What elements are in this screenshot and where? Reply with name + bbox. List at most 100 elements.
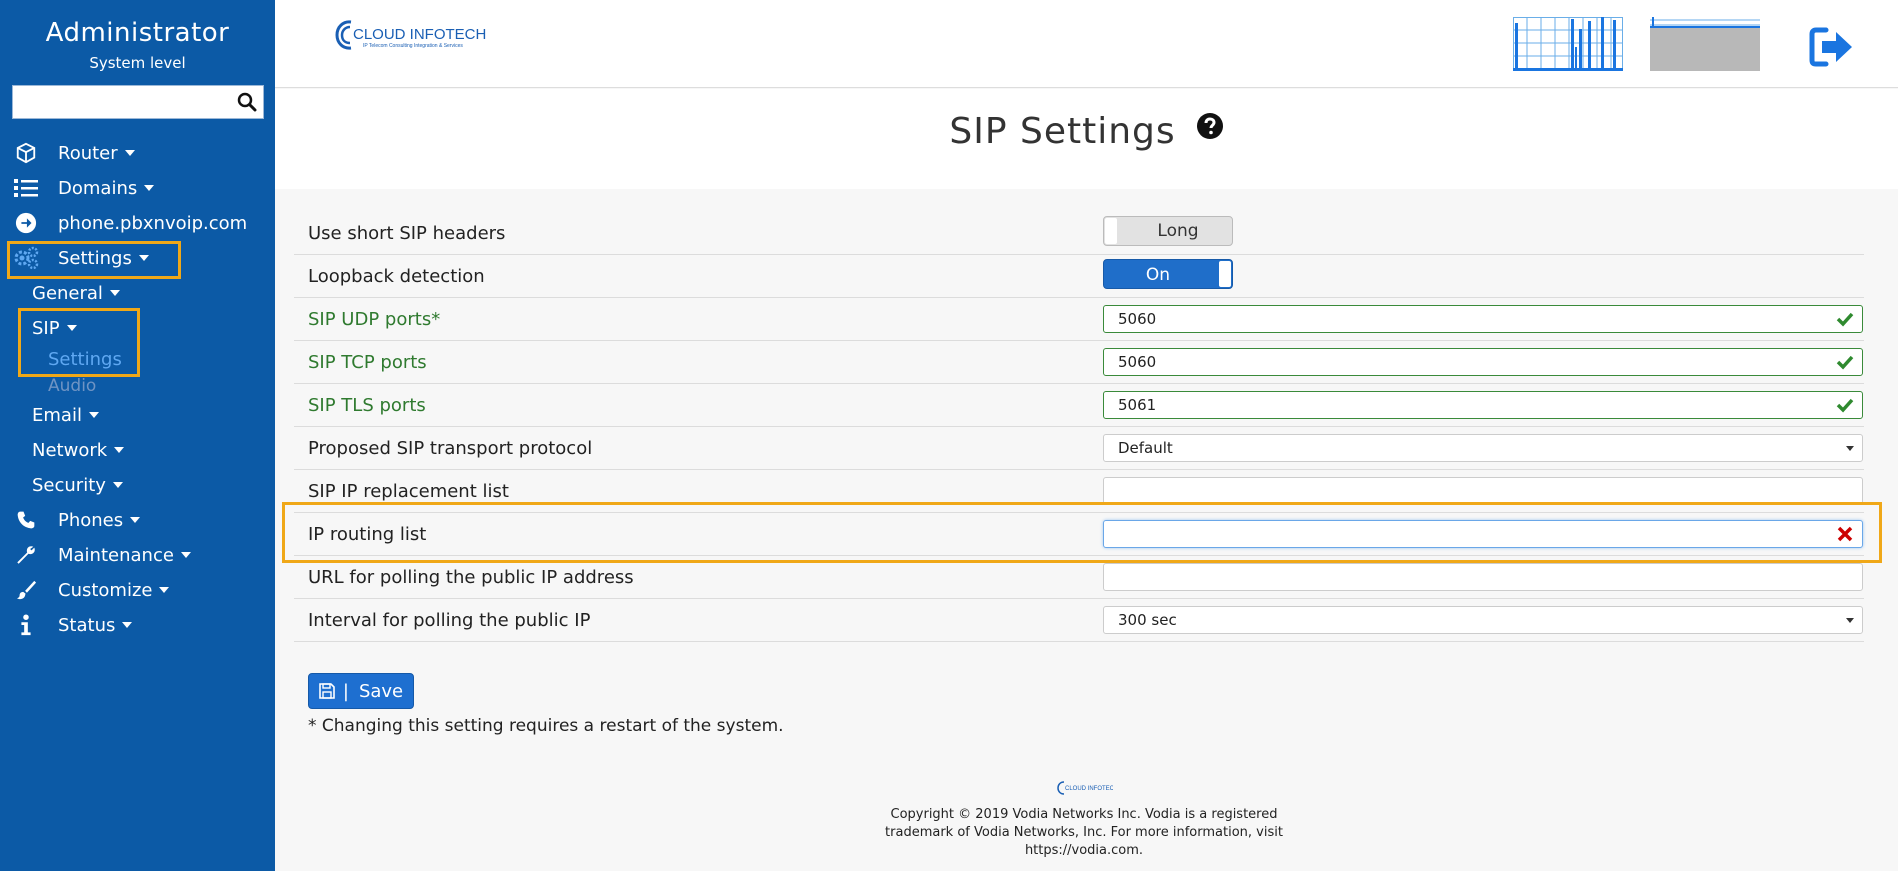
- sidebar-item-domains[interactable]: Domains: [0, 173, 155, 203]
- row-loopback-detection: Loopback detection On: [294, 255, 1864, 298]
- row-poll-interval: Interval for polling the public IP 300 s…: [294, 599, 1864, 642]
- sidebar-subitem-security[interactable]: Security: [32, 472, 123, 498]
- sidebar-item-label: Status: [58, 614, 116, 636]
- row-sip-udp-ports: SIP UDP ports* 5060: [294, 298, 1864, 341]
- row-label: Interval for polling the public IP: [308, 610, 591, 631]
- sidebar-item-phones[interactable]: Phones: [0, 505, 141, 535]
- caret-down-icon: [109, 290, 120, 296]
- footer-link[interactable]: https://vodia.com.: [884, 842, 1284, 860]
- caret-down-icon: [122, 622, 133, 628]
- caret-down-icon: [130, 517, 141, 523]
- dropdown-arrow-icon: [1846, 618, 1854, 623]
- sidebar-item-label: Phones: [58, 509, 124, 531]
- highlight-settings: [7, 241, 181, 279]
- info-icon: [12, 613, 40, 637]
- floppy-disk-icon: [319, 683, 335, 699]
- logo-mark-icon: CLOUD INFOTECH IP Telecom Consulting Int…: [335, 20, 486, 50]
- row-sip-tls-ports: SIP TLS ports 5061: [294, 384, 1864, 427]
- short-headers-toggle[interactable]: Long: [1103, 216, 1233, 246]
- caret-down-icon: [124, 150, 135, 156]
- transport-protocol-select[interactable]: Default: [1103, 434, 1863, 462]
- row-poll-url: URL for polling the public IP address: [294, 556, 1864, 599]
- arrow-circle-right-icon: [12, 211, 40, 235]
- memory-usage-graph[interactable]: [1650, 17, 1760, 71]
- sidebar-subitem-general[interactable]: General: [32, 280, 120, 306]
- cube-icon: [12, 141, 40, 165]
- toggle-label: On: [1145, 265, 1171, 285]
- cloud-infotech-logo[interactable]: CLOUD INFOTECH IP Telecom Consulting Int…: [333, 16, 493, 56]
- logo-text: CLOUD INFOTECH: [353, 26, 486, 43]
- row-label: SIP TLS ports: [308, 395, 426, 416]
- save-label: Save: [358, 680, 404, 702]
- check-icon: [1836, 355, 1854, 370]
- udp-ports-input[interactable]: 5060: [1103, 305, 1863, 333]
- loopback-toggle[interactable]: On: [1103, 259, 1233, 289]
- footer-logo-text: CLOUD INFOTECH: [1065, 786, 1113, 792]
- page-title: SIP Settings: [275, 111, 1898, 152]
- sidebar-subitem-email[interactable]: Email: [32, 402, 99, 428]
- sidebar-item-customize[interactable]: Customize: [0, 575, 170, 605]
- top-header: CLOUD INFOTECH IP Telecom Consulting Int…: [275, 0, 1898, 88]
- row-label: Proposed SIP transport protocol: [308, 438, 593, 459]
- sidebar-subitem-network[interactable]: Network: [32, 437, 125, 463]
- row-short-sip-headers: Use short SIP headers Long: [294, 212, 1864, 255]
- sidebar-item-label: Maintenance: [58, 544, 174, 566]
- row-label: URL for polling the public IP address: [308, 567, 634, 588]
- restart-note: * Changing this setting requires a resta…: [308, 716, 784, 736]
- brush-icon: [12, 578, 40, 602]
- save-button[interactable]: | Save: [308, 673, 414, 709]
- sidebar-item-maintenance[interactable]: Maintenance: [0, 540, 191, 570]
- sidebar-search: [12, 85, 264, 119]
- logout-button[interactable]: [1808, 26, 1856, 68]
- sidebar-item-label: phone.pbxnvoip.com: [58, 212, 248, 234]
- wrench-icon: [12, 543, 40, 567]
- row-transport-protocol: Proposed SIP transport protocol Default: [294, 427, 1864, 470]
- sign-out-icon: [1809, 27, 1852, 67]
- toggle-label: Long: [1157, 221, 1199, 241]
- row-label: Loopback detection: [308, 266, 485, 287]
- check-icon: [1836, 398, 1854, 413]
- dropdown-arrow-icon: [1846, 446, 1854, 451]
- sidebar-item-label: Domains: [58, 177, 138, 199]
- caret-down-icon: [88, 412, 99, 418]
- footer-logo: CLOUD INFOTECH: [1057, 780, 1118, 796]
- sidebar-title: Administrator: [45, 18, 230, 48]
- highlight-ip-routing: [282, 502, 1882, 563]
- row-sip-tcp-ports: SIP TCP ports 5060: [294, 341, 1864, 384]
- row-label: Use short SIP headers: [308, 223, 506, 244]
- poll-url-input[interactable]: [1103, 563, 1863, 591]
- search-icon[interactable]: [235, 90, 259, 114]
- check-icon: [1836, 312, 1854, 327]
- ip-replacement-input[interactable]: [1103, 477, 1863, 505]
- caret-down-icon: [144, 185, 155, 191]
- sidebar-item-router[interactable]: Router: [0, 138, 135, 168]
- logo-tagline: IP Telecom Consulting Integration & Serv…: [363, 43, 463, 49]
- sidebar-subtitle: System level: [89, 54, 186, 72]
- footer-copyright: Copyright © 2019 Vodia Networks Inc. Vod…: [884, 806, 1284, 860]
- search-input[interactable]: [13, 86, 228, 118]
- row-label: SIP TCP ports: [308, 352, 427, 373]
- caret-down-icon: [180, 552, 191, 558]
- title-band: SIP Settings: [275, 89, 1898, 189]
- tcp-ports-input[interactable]: 5060: [1103, 348, 1863, 376]
- help-icon[interactable]: [1196, 112, 1224, 140]
- highlight-sip: [18, 308, 140, 377]
- sidebar-item-label: Customize: [58, 579, 153, 601]
- toggle-knob: [1219, 261, 1231, 287]
- tls-ports-input[interactable]: 5061: [1103, 391, 1863, 419]
- button-separator: |: [342, 680, 349, 702]
- sidebar: Administrator System level Router Domain…: [0, 0, 275, 871]
- row-label: SIP UDP ports*: [308, 309, 441, 330]
- sidebar-item-status[interactable]: Status: [0, 610, 133, 640]
- caret-down-icon: [114, 447, 125, 453]
- caret-down-icon: [159, 587, 170, 593]
- poll-interval-select[interactable]: 300 sec: [1103, 606, 1863, 634]
- footer-line: Copyright © 2019 Vodia Networks Inc. Vod…: [890, 807, 1278, 822]
- list-icon: [12, 176, 40, 200]
- phone-icon: [12, 508, 40, 532]
- footer-line: trademark of Vodia Networks, Inc. For mo…: [885, 825, 1283, 840]
- cpu-usage-graph[interactable]: [1513, 17, 1623, 71]
- sidebar-item-domain-phone[interactable]: phone.pbxnvoip.com: [0, 208, 247, 238]
- sidebar-item-label: Router: [58, 142, 118, 164]
- caret-down-icon: [112, 482, 123, 488]
